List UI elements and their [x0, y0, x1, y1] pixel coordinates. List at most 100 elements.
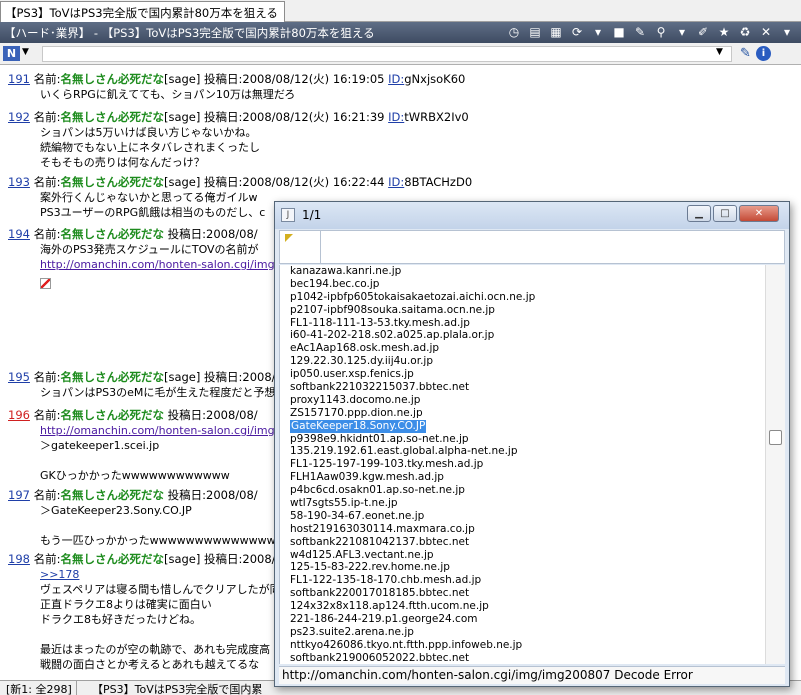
address-input[interactable]	[42, 46, 732, 62]
post-number-link[interactable]: 194	[8, 227, 30, 241]
stop-icon[interactable]: ■	[611, 24, 627, 40]
list-item[interactable]: ZS157170.ppp.dion.ne.jp	[280, 407, 765, 420]
reply-anchor-link[interactable]: >>178	[40, 567, 294, 582]
star-icon[interactable]: ★	[716, 24, 732, 40]
thread-title-bar: 【ハード･業界】 - 【PS3】ToVはPS3完全版で国内累計80万本を狙える …	[0, 22, 801, 43]
host-text: 58-190-34-67.eonet.ne.jp	[290, 509, 425, 522]
document-icon[interactable]: ▤	[527, 24, 543, 40]
list-item[interactable]: 221-186-244-219.p1.george24.com	[280, 613, 765, 626]
post-number-link[interactable]: 197	[8, 488, 30, 502]
list-item[interactable]: ip050.user.xsp.fenics.jp	[280, 368, 765, 381]
post-number-link[interactable]: 196	[8, 408, 30, 422]
info-icon[interactable]: i	[755, 46, 771, 61]
window-icon: J	[281, 208, 295, 222]
dropdown-arrow-icon[interactable]: ▾	[674, 24, 690, 40]
list-item[interactable]: 124x32x8x118.ap124.ftth.ucom.ne.jp	[280, 600, 765, 613]
popup-title-bar[interactable]: J 1/1 ▁ □ ✕	[275, 202, 789, 229]
list-item[interactable]: 129.22.30.125.dy.iij4u.or.jp	[280, 355, 765, 368]
name-label: 名前:	[33, 488, 61, 502]
list-item[interactable]: 135.219.192.61.east.global.alpha-net.ne.…	[280, 445, 765, 458]
broken-image-icon[interactable]	[40, 278, 51, 289]
list-item[interactable]: p9398e9.hkidnt01.ap.so-net.ne.jp	[280, 433, 765, 446]
list-item[interactable]: nttkyo426086.tkyo.nt.ftth.ppp.infoweb.ne…	[280, 639, 765, 652]
ip-list[interactable]: kanazawa.kanri.ne.jp bec194.bec.co.jp p104…	[279, 265, 765, 664]
host-text: wtl7sgts55.ip-t.ne.jp	[290, 497, 398, 510]
post-header: 196 名前:名無しさん必死だな 投稿日:2008/08/	[8, 408, 278, 423]
close-tab-icon[interactable]: ✕	[758, 24, 774, 40]
trash-icon[interactable]: ♻	[737, 24, 753, 40]
dropdown-arrow-icon[interactable]: ▾	[779, 24, 795, 40]
list-item[interactable]: softbank219006052022.bbtec.net	[280, 652, 765, 664]
clock-icon[interactable]: ◷	[506, 24, 522, 40]
thread-tab[interactable]: 【PS3】ToVはPS3完全版で国内累計80万本を狙える	[0, 1, 285, 22]
id-label[interactable]: ID:	[388, 110, 404, 124]
list-item[interactable]: host219163030114.maxmara.co.jp	[280, 523, 765, 536]
poster-name: 名無しさん必死だな	[60, 227, 164, 241]
refresh-icon[interactable]: ⟳	[569, 24, 585, 40]
list-item[interactable]: FL1-125-197-199-103.tky.mesh.ad.jp	[280, 458, 765, 471]
address-dropdown-icon[interactable]: ▼	[716, 47, 723, 57]
list-item[interactable]: p4bc6cd.osakn01.ap.so-net.ne.jp	[280, 484, 765, 497]
post-number-link[interactable]: 198	[8, 552, 30, 566]
host-text: 135.219.192.61.east.global.alpha-net.ne.…	[290, 445, 518, 458]
list-item[interactable]: i60-41-202-218.s02.a025.ap.plala.or.jp	[280, 329, 765, 342]
post-body: 海外のPS3発売スケジュールにTOVの名前が http://omanchin.co…	[8, 242, 292, 293]
list-item[interactable]: softbank220017018185.bbtec.net	[280, 587, 765, 600]
list-item[interactable]: p2107-ipbf908souka.saitama.ocn.ne.jp	[280, 304, 765, 317]
mail-field: [sage]	[163, 552, 201, 566]
name-label: 名前:	[33, 110, 61, 124]
document-arrow-icon[interactable]: ▦	[548, 24, 564, 40]
host-text: 125-15-83-222.rev.home.ne.jp	[290, 561, 450, 574]
list-item[interactable]: FL1-118-111-13-53.tky.mesh.ad.jp	[280, 317, 765, 330]
popup-scrollbar[interactable]	[765, 265, 785, 664]
mail-field: [sage]	[163, 110, 201, 124]
host-text: ZS157170.ppp.dion.ne.jp	[290, 406, 423, 419]
post-number-link[interactable]: 192	[8, 110, 30, 124]
n-button[interactable]: N	[3, 46, 20, 61]
list-item[interactable]: FLH1Aaw039.kgw.mesh.ad.jp	[280, 471, 765, 484]
host-text: softbank219006052022.bbtec.net	[290, 651, 470, 664]
list-item[interactable]: wtl7sgts55.ip-t.ne.jp	[280, 497, 765, 510]
post-date: 投稿日:2008/08/	[167, 408, 258, 422]
post-header: 192 名前:名無しさん必死だな[sage] 投稿日:2008/08/12(火)…	[8, 110, 469, 125]
corner-marker-icon[interactable]	[285, 234, 293, 242]
id-label[interactable]: ID:	[388, 72, 404, 86]
minimize-button[interactable]: ▁	[687, 205, 711, 222]
list-item[interactable]: GateKeeper18.Sony.CO.JP	[280, 419, 765, 433]
list-item[interactable]: bec194.bec.co.jp	[280, 278, 765, 291]
search-icon[interactable]: ⚲	[653, 24, 669, 40]
maximize-button[interactable]: □	[713, 205, 737, 222]
host-text: kanazawa.kanri.ne.jp	[290, 265, 402, 277]
host-text: nttkyo426086.tkyo.nt.ftth.ppp.infoweb.ne…	[290, 638, 523, 651]
list-item[interactable]: eAc1Aap168.osk.mesh.ad.jp	[280, 342, 765, 355]
status-title: 【PS3】ToVはPS3完全版で国内累	[92, 683, 263, 695]
pen-icon[interactable]: ✎	[632, 24, 648, 40]
post-number-link[interactable]: 193	[8, 175, 30, 189]
list-item[interactable]: proxy1143.docomo.ne.jp	[280, 394, 765, 407]
scrollbar-thumb[interactable]	[769, 430, 782, 445]
dropdown-arrow-icon[interactable]: ▾	[590, 24, 606, 40]
image-link[interactable]: http://omanchin.com/honten-salon.cgi/img…	[40, 257, 292, 272]
list-item[interactable]: softbank221081042137.bbtec.net	[280, 536, 765, 549]
mail-field: [sage]	[163, 175, 201, 189]
list-item[interactable]: 125-15-83-222.rev.home.ne.jp	[280, 561, 765, 574]
list-item[interactable]: softbank221032215037.bbtec.net	[280, 381, 765, 394]
list-item[interactable]: 58-190-34-67.eonet.ne.jp	[280, 510, 765, 523]
list-item[interactable]: w4d125.AFL3.vectant.ne.jp	[280, 549, 765, 562]
n-dropdown-icon[interactable]: ▼	[22, 47, 29, 57]
host-text: w4d125.AFL3.vectant.ne.jp	[290, 548, 434, 561]
post-line	[40, 627, 294, 642]
list-item[interactable]: FL1-122-135-18-170.chb.mesh.ad.jp	[280, 574, 765, 587]
list-item[interactable]: kanazawa.kanri.ne.jp	[280, 265, 765, 278]
post-number-link[interactable]: 195	[8, 370, 30, 384]
host-text: p9398e9.hkidnt01.ap.so-net.ne.jp	[290, 432, 469, 445]
memo-icon[interactable]: ✐	[695, 24, 711, 40]
mail-field: [sage]	[163, 370, 201, 384]
post-number-link[interactable]: 191	[8, 72, 30, 86]
close-button[interactable]: ✕	[739, 205, 779, 222]
pen-icon[interactable]: ✎	[740, 46, 751, 61]
image-link[interactable]: http://omanchin.com/honten-salon.cgi/img…	[40, 423, 278, 438]
list-item[interactable]: p1042-ipbfp605tokaisakaetozai.aichi.ocn.…	[280, 291, 765, 304]
id-label[interactable]: ID:	[388, 175, 404, 189]
list-item[interactable]: ps23.suite2.arena.ne.jp	[280, 626, 765, 639]
